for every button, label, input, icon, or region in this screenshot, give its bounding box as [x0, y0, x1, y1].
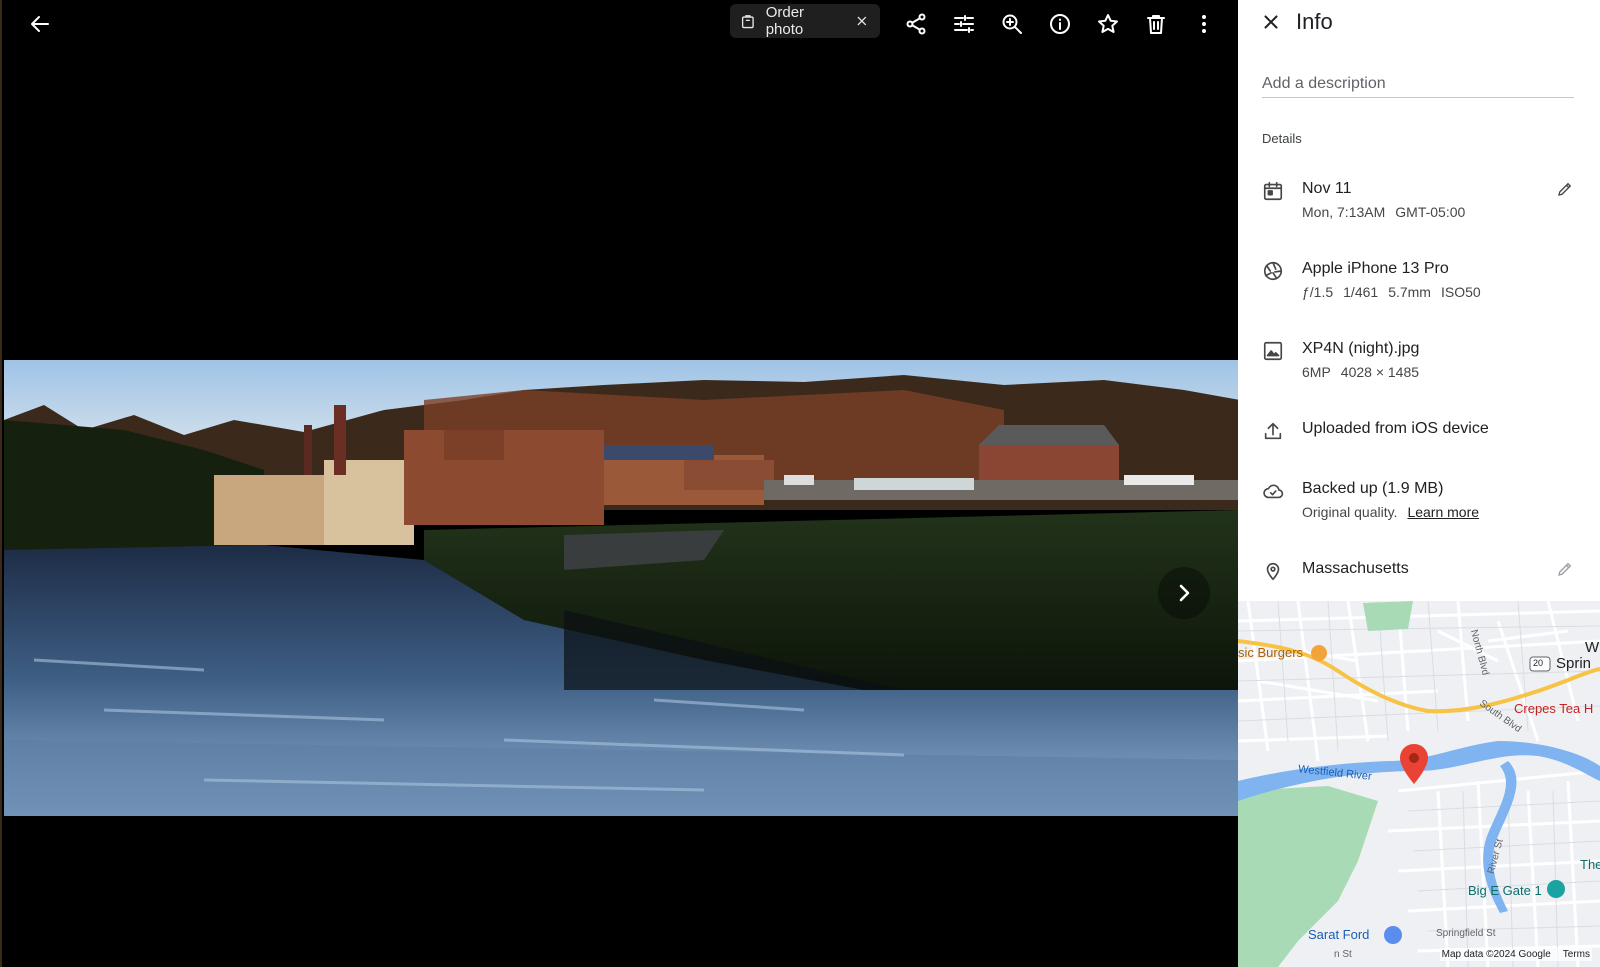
upload-icon: [1262, 420, 1286, 444]
date-text: Nov 11: [1302, 180, 1352, 197]
map-pin-icon: [1400, 744, 1428, 784]
map-label-big-e: Big E Gate 1: [1468, 883, 1542, 898]
date-details: Mon, 7:13AM GMT-05:00: [1302, 204, 1465, 220]
learn-more-link[interactable]: Learn more: [1407, 504, 1479, 520]
time-text: Mon, 7:13AM: [1302, 204, 1386, 220]
info-button[interactable]: [1040, 4, 1080, 44]
star-icon: [1098, 14, 1118, 33]
camera-shutter-icon: [1262, 260, 1286, 284]
map-label-springfield-st: Springfield St: [1436, 928, 1496, 939]
image-icon: [1262, 340, 1286, 364]
location-text: Massachusetts: [1302, 560, 1409, 577]
photo-image: [4, 360, 1240, 816]
back-button[interactable]: [20, 4, 60, 44]
location-pin-icon: [1262, 560, 1286, 584]
trash-icon: [1147, 15, 1165, 34]
edit-button[interactable]: [944, 4, 984, 44]
map-label-route: 20: [1533, 658, 1544, 668]
more-vert-icon: [1202, 15, 1206, 33]
iso-value: ISO50: [1440, 284, 1481, 300]
share-icon: [906, 13, 926, 35]
map-label-burgers: sic Burgers: [1238, 645, 1304, 660]
details-heading: Details: [1262, 131, 1302, 146]
favorite-button[interactable]: [1088, 4, 1128, 44]
close-icon[interactable]: [854, 13, 870, 29]
map-label-crepes: Crepes Tea H: [1514, 701, 1594, 716]
edit-date-button[interactable]: [1556, 180, 1578, 202]
timezone-text: GMT-05:00: [1395, 204, 1466, 220]
focal-length-value: 5.7mm: [1388, 284, 1431, 300]
backup-status: Backed up (1.9 MB): [1302, 480, 1444, 497]
info-header: Info: [1238, 0, 1600, 44]
map-label-the: The: [1580, 857, 1600, 872]
location-map[interactable]: sic Burgers North Blvd 20 Sprin W South …: [1238, 601, 1600, 967]
map-label-w: W: [1585, 639, 1600, 656]
close-info-button[interactable]: [1256, 7, 1286, 37]
megapixels-value: 6MP: [1302, 364, 1331, 380]
photo-viewer: Order photo: [0, 0, 1240, 967]
pencil-icon: [1558, 182, 1572, 196]
calendar-icon: [1262, 180, 1286, 204]
upload-source: Uploaded from iOS device: [1302, 420, 1489, 437]
zoom-button[interactable]: [992, 4, 1032, 44]
aperture-value: ƒ/1.5: [1302, 284, 1334, 300]
chevron-right-icon: [1179, 584, 1190, 602]
dimensions-value: 4028 × 1485: [1340, 364, 1420, 380]
map-data-credit: Map data ©2024 Google: [1441, 949, 1551, 960]
map-label-spring: Sprin: [1556, 655, 1592, 672]
camera-model: Apple iPhone 13 Pro: [1302, 260, 1449, 277]
close-icon: [1264, 15, 1278, 29]
order-photo-chip[interactable]: Order photo: [730, 4, 880, 38]
arrow-back-icon: [31, 16, 49, 32]
share-button[interactable]: [896, 4, 936, 44]
shopping-bag-icon: [741, 15, 754, 29]
map-attribution: Map data ©2024 Google Terms: [1439, 948, 1592, 961]
info-panel: Info Details Nov 11 Mon, 7:13AM GMT-05:00…: [1238, 0, 1600, 967]
pencil-icon: [1558, 562, 1572, 576]
map-terms-link[interactable]: Terms: [1563, 949, 1590, 960]
backup-quality: Original quality. Learn more: [1302, 504, 1479, 520]
info-icon: [1050, 14, 1070, 34]
tune-icon: [954, 15, 974, 33]
description-input[interactable]: [1262, 70, 1574, 98]
cloud-done-icon: [1262, 480, 1286, 504]
file-name: XP4N (night).jpg: [1302, 340, 1420, 357]
info-title: Info: [1296, 9, 1333, 34]
file-details: 6MP 4028 × 1485: [1302, 364, 1419, 380]
camera-settings: ƒ/1.5 1/461 5.7mm ISO50: [1302, 284, 1481, 300]
map-label-sarat-ford: Sarat Ford: [1308, 927, 1370, 942]
shutter-value: 1/461: [1343, 284, 1379, 300]
order-photo-label: Order photo: [765, 4, 805, 38]
map-label-st: n St: [1334, 949, 1352, 960]
edit-location-button[interactable]: [1556, 560, 1578, 582]
delete-button[interactable]: [1136, 4, 1176, 44]
next-photo-button[interactable]: [1158, 567, 1210, 619]
more-options-button[interactable]: [1184, 4, 1224, 44]
quality-text: Original quality.: [1302, 504, 1398, 520]
zoom-in-icon: [1002, 14, 1022, 34]
